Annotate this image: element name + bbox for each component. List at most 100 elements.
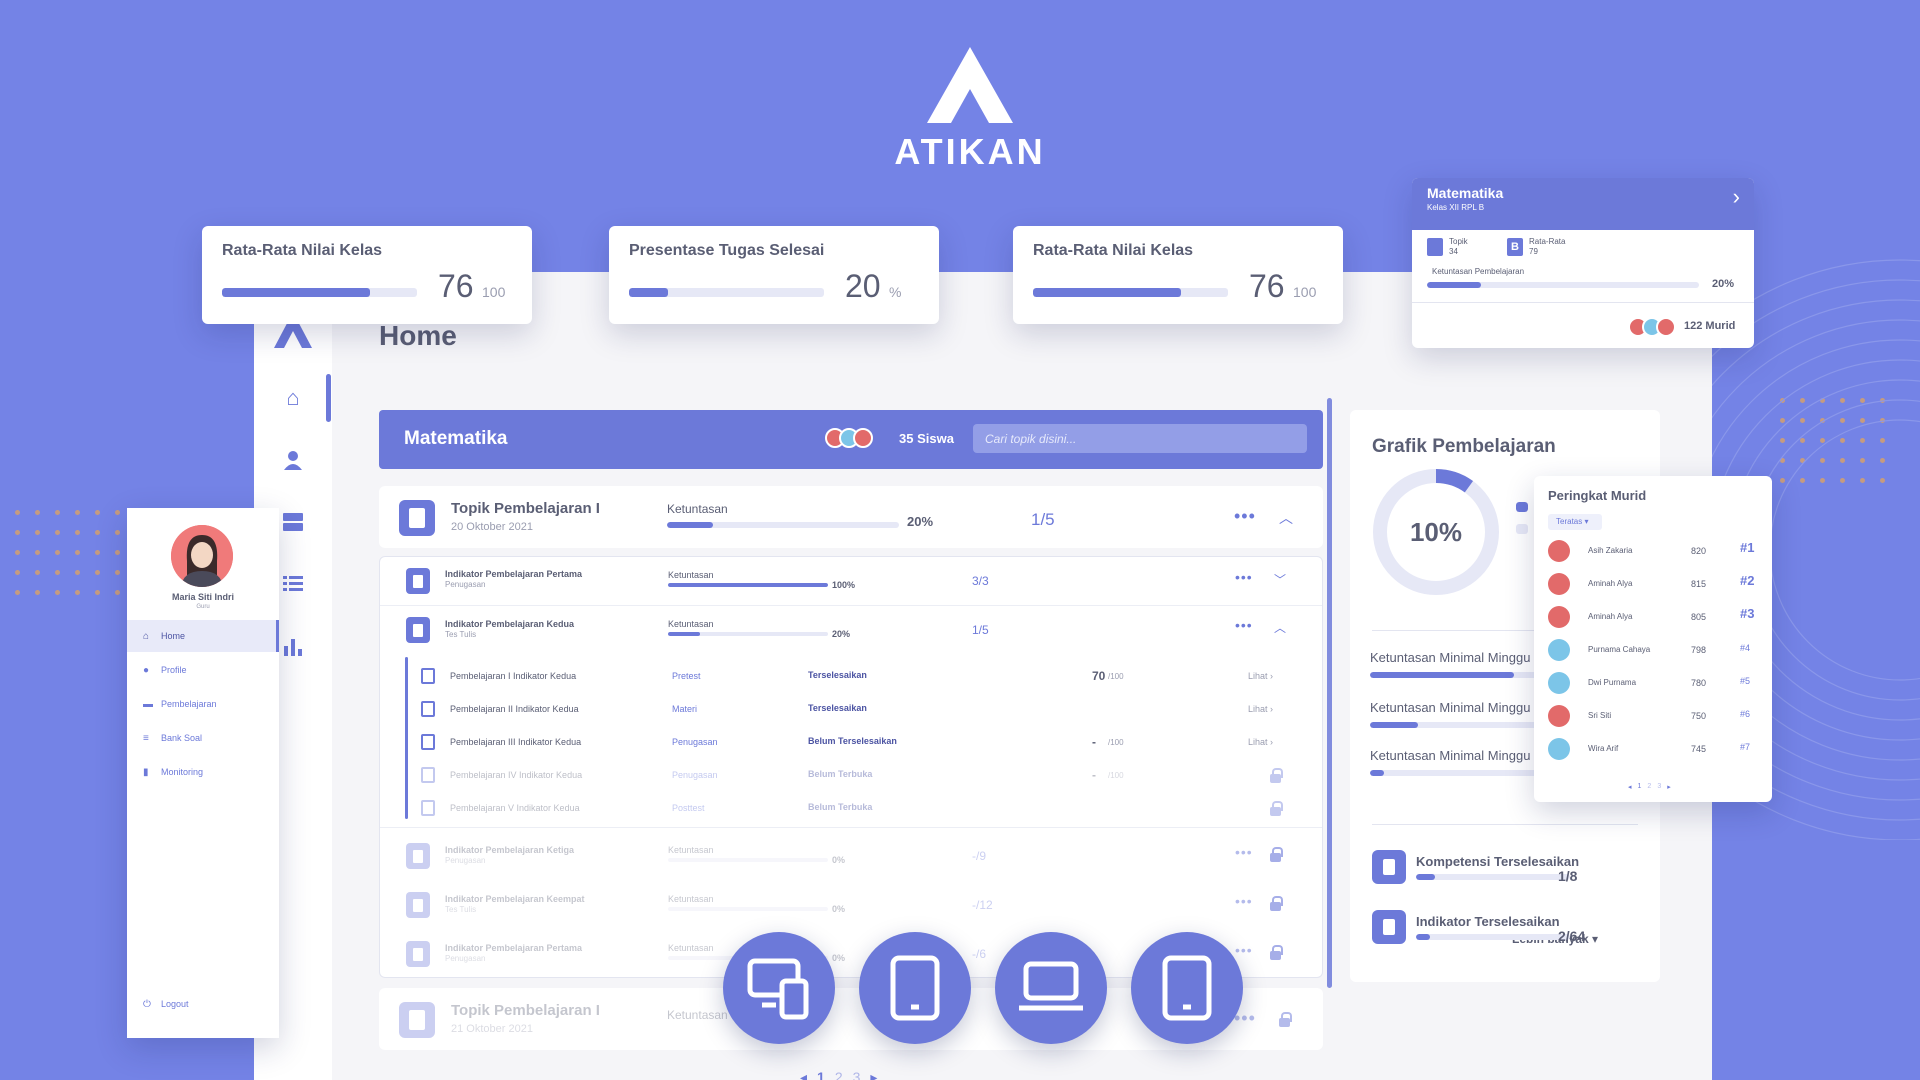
stat-card: Rata-Rata Nilai Kelas 76 100	[202, 226, 532, 324]
student-count: 35 Siswa	[899, 431, 954, 446]
lesson-row[interactable]: Pembelajaran V Indikator Kedua Posttest …	[380, 793, 1322, 823]
topic-search-input[interactable]	[973, 424, 1307, 453]
profile-nav-item-bank-soal[interactable]: ≡ Bank Soal	[127, 722, 279, 754]
indicator-progress-bar	[668, 583, 828, 587]
rail-bar-chart-icon[interactable]	[280, 634, 306, 658]
topic-fraction: 1/5	[1031, 510, 1055, 529]
logout-label: Logout	[161, 999, 189, 1009]
rail-user-icon[interactable]	[280, 448, 306, 472]
multi-device-icon	[723, 932, 835, 1044]
average-label: Rata-Rata	[1529, 237, 1566, 246]
profile-nav-item-monitoring[interactable]: ▮ Monitoring	[127, 756, 279, 788]
decor-dot	[1840, 418, 1845, 423]
home-icon: ⌂	[143, 630, 150, 642]
ranking-filter-dropdown[interactable]: Teratas ▾	[1548, 514, 1602, 530]
nav-label: Bank Soal	[161, 733, 203, 743]
page-2[interactable]: 2	[1647, 783, 1651, 791]
divider	[380, 827, 1322, 828]
profile-nav-item-profile[interactable]: ● Profile	[127, 654, 279, 686]
indicator-row[interactable]: Indikator Pembelajaran Pertama Penugasan…	[380, 557, 1322, 605]
view-link[interactable]: Lihat ›	[1248, 737, 1273, 747]
decor-dot	[1820, 398, 1825, 403]
avatar	[1548, 672, 1570, 694]
more-options-icon[interactable]: •••	[1235, 942, 1253, 958]
ranking-row[interactable]: Wira Arif 745 #7	[1548, 738, 1758, 762]
indicator-row[interactable]: Indikator Pembelajaran Kedua Tes Tulis K…	[380, 605, 1322, 653]
stat-card-unit: %	[889, 284, 902, 300]
indicator-document-icon	[406, 617, 430, 643]
indicator-document-icon	[406, 568, 430, 594]
profile-sidebar: Maria Siti Indri Guru ⌂ Home ● Profile ▬ Pemb…	[127, 508, 279, 1038]
view-link[interactable]: Lihat ›	[1248, 704, 1273, 714]
next-page-icon[interactable]: ▸	[870, 1069, 877, 1080]
decor-dot	[1880, 458, 1885, 463]
page-2[interactable]: 2	[835, 1069, 843, 1080]
decorative-dots-right	[1780, 398, 1885, 483]
ranking-row[interactable]: Aminah Alya 815 #2	[1548, 573, 1758, 597]
more-options-icon[interactable]: •••	[1234, 506, 1256, 527]
list-icon: ≡	[143, 732, 149, 744]
chevron-right-icon[interactable]: ›	[1733, 184, 1740, 210]
locked-indicator-row[interactable]: Indikator Pembelajaran Ketiga Penugasan …	[380, 831, 1322, 879]
rail-book-icon[interactable]	[280, 510, 306, 534]
ranking-row[interactable]: Sri Siti 750 #6	[1548, 705, 1758, 729]
power-icon: ⏻	[143, 998, 151, 1010]
more-options-icon[interactable]: •••	[1235, 844, 1253, 860]
lock-icon	[1279, 1012, 1292, 1027]
more-options-icon[interactable]: •••	[1235, 893, 1253, 909]
locked-indicator-row[interactable]: Indikator Pembelajaran Keempat Tes Tulis…	[380, 880, 1322, 928]
page-3[interactable]: 3	[1657, 783, 1661, 791]
scrollbar[interactable]	[1327, 398, 1332, 988]
logout-button[interactable]: ⏻ Logout	[127, 988, 279, 1020]
indicator-document-icon	[406, 941, 430, 967]
ranking-row[interactable]: Dwi Purnama 780 #5	[1548, 672, 1758, 696]
decor-dot	[75, 590, 80, 595]
class-card-class-name: Kelas XII RPL B	[1427, 203, 1485, 212]
profile-nav-item-home[interactable]: ⌂ Home	[127, 620, 279, 652]
more-options-icon[interactable]: •••	[1235, 617, 1253, 633]
avatar	[1548, 540, 1570, 562]
rail-list-icon[interactable]	[280, 572, 306, 596]
ranking-pagination: ◂ 1 2 3 ▸	[1628, 783, 1671, 791]
student-name: Asih Zakaria	[1588, 546, 1633, 555]
chevron-down-icon[interactable]: ﹀	[1274, 571, 1286, 588]
decor-dot	[35, 510, 40, 515]
profile-nav-item-pembelajaran[interactable]: ▬ Pembelajaran	[127, 688, 279, 720]
ranking-row[interactable]: Aminah Alya 805 #3	[1548, 606, 1758, 630]
average-value: 79	[1529, 247, 1538, 256]
prev-page-icon[interactable]: ◂	[1628, 783, 1632, 791]
rail-home-icon[interactable]: ⌂	[280, 385, 306, 410]
nav-label: Profile	[161, 665, 187, 675]
stat-card-unit: 100	[1293, 284, 1317, 300]
page-1[interactable]: 1	[1638, 783, 1642, 791]
topic-card[interactable]: Topik Pembelajaran I 20 Oktober 2021 Ket…	[379, 486, 1323, 548]
avatar	[853, 428, 873, 448]
indicator-progress-bar	[668, 858, 828, 862]
indicator-title: Indikator Pembelajaran Keempat	[445, 894, 585, 904]
lesson-status: Belum Terbuka	[808, 769, 873, 779]
lesson-row[interactable]: Pembelajaran IV Indikator Kedua Penugasa…	[380, 760, 1322, 790]
class-summary-card[interactable]: Matematika Kelas XII RPL B › Topik 34 B …	[1412, 178, 1754, 348]
stat-card: Rata-Rata Nilai Kelas 76 100	[1013, 226, 1343, 324]
prev-page-icon[interactable]: ◂	[800, 1069, 807, 1080]
page-3[interactable]: 3	[853, 1069, 861, 1080]
ranking-row[interactable]: Purnama Cahaya 798 #4	[1548, 639, 1758, 663]
lesson-row[interactable]: Pembelajaran II Indikator Kedua Materi T…	[380, 694, 1322, 724]
next-page-icon[interactable]: ▸	[1667, 783, 1671, 791]
chevron-up-icon[interactable]: ︿	[1274, 619, 1286, 636]
ranking-row[interactable]: Asih Zakaria 820 #1	[1548, 540, 1758, 564]
student-avatars	[1628, 317, 1676, 337]
view-label: Lihat	[1248, 737, 1268, 747]
student-score: 805	[1691, 612, 1707, 622]
lesson-row[interactable]: Pembelajaran III Indikator Kedua Penugas…	[380, 727, 1322, 757]
panel-title: Grafik Pembelajaran	[1372, 436, 1556, 457]
view-link[interactable]: Lihat ›	[1248, 671, 1273, 681]
more-options-icon[interactable]: •••	[1235, 569, 1253, 585]
chevron-up-icon[interactable]: ︿	[1279, 508, 1293, 528]
decor-dot	[55, 570, 60, 575]
stat-card-progress	[629, 288, 824, 297]
indicator-type: Tes Tulis	[445, 905, 477, 914]
page-1[interactable]: 1	[817, 1069, 825, 1080]
page-title: Home	[379, 320, 457, 351]
lesson-row[interactable]: Pembelajaran I Indikator Kedua Pretest T…	[380, 661, 1322, 691]
